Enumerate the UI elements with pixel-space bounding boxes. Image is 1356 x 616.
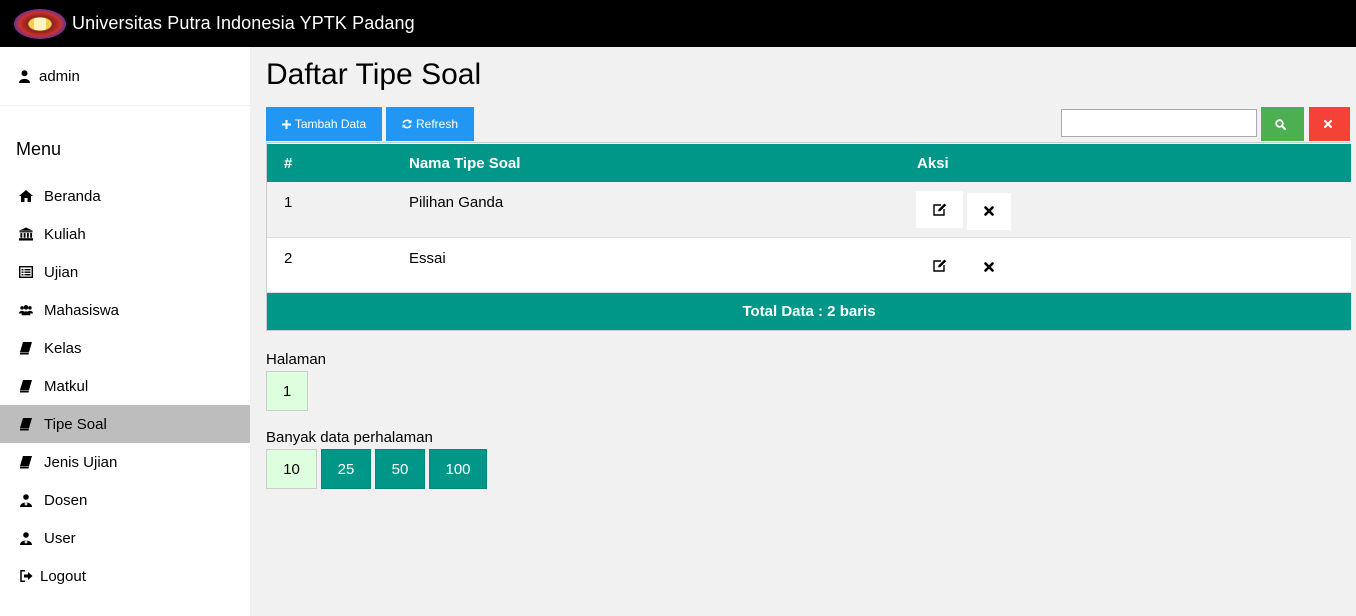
cell-actions [900, 237, 1351, 292]
bank-icon [19, 227, 33, 241]
cell-name: Essai [409, 249, 446, 267]
user-icon [19, 69, 30, 83]
edit-button[interactable] [916, 247, 963, 284]
book-icon [19, 417, 33, 431]
per-page-option-10[interactable]: 10 [266, 449, 317, 489]
pagination: 1 [266, 371, 1350, 411]
sidebar-item-ujian[interactable]: Ujian [0, 253, 250, 291]
menu-title: Menu [16, 139, 62, 159]
add-data-label: Tambah Data [294, 117, 367, 131]
clear-search-button[interactable] [1309, 107, 1350, 141]
sidebar-item-label: Mahasiswa [44, 301, 120, 319]
per-page-option-25[interactable]: 25 [321, 449, 371, 489]
sidebar-item-beranda[interactable]: Beranda [0, 177, 250, 215]
main-content: Daftar Tipe Soal Tambah Data Refresh # N… [266, 47, 1351, 489]
sidebar-item-jenis-ujian[interactable]: Jenis Ujian [0, 443, 250, 481]
col-header-number: # [284, 154, 293, 172]
data-table: # Nama Tipe Soal Aksi 1 Pilihan Ganda 2 … [267, 144, 1351, 330]
sidebar-item-mahasiswa[interactable]: Mahasiswa [0, 291, 250, 329]
table-header-row: # Nama Tipe Soal Aksi [267, 144, 1351, 182]
plus-icon [281, 119, 291, 129]
refresh-icon [402, 119, 412, 129]
page-title: Daftar Tipe Soal [266, 58, 482, 91]
table-row: 2 Essai [267, 237, 1351, 292]
total-data-text: Total Data : 2 baris [742, 302, 876, 320]
sidebar-item-matkul[interactable]: Matkul [0, 367, 250, 405]
sidebar-item-logout[interactable]: Logout [0, 557, 250, 595]
users-icon [19, 303, 33, 317]
user-info: admin [0, 47, 250, 106]
close-icon [984, 206, 994, 216]
sidebar-item-tipe-soal[interactable]: Tipe Soal [0, 405, 250, 443]
cell-number: 2 [284, 249, 293, 267]
sidebar-item-kelas[interactable]: Kelas [0, 329, 250, 367]
sidebar-item-label: Tipe Soal [44, 415, 107, 433]
cell-number: 1 [284, 194, 293, 211]
sidebar-item-dosen[interactable]: Dosen [0, 481, 250, 519]
sidebar-item-label: User [44, 529, 76, 547]
cell-name: Pilihan Ganda [409, 194, 504, 211]
edit-icon [932, 203, 946, 216]
delete-button[interactable] [967, 192, 1011, 230]
col-header-actions: Aksi [917, 154, 949, 172]
per-page-label: Banyak data perhalaman [266, 429, 433, 446]
toolbar: Tambah Data Refresh [266, 107, 1350, 141]
col-header-name: Nama Tipe Soal [409, 154, 521, 172]
sidebar-item-label: Ujian [44, 263, 79, 281]
close-icon [1323, 120, 1332, 128]
list-alt-icon [19, 265, 33, 279]
refresh-button[interactable]: Refresh [386, 107, 474, 141]
sidebar-item-user[interactable]: User [0, 519, 250, 557]
delete-button[interactable] [967, 248, 1011, 285]
sidebar-item-label: Matkul [44, 377, 89, 395]
edit-icon [932, 259, 946, 272]
close-icon [984, 261, 994, 272]
sidebar: admin Menu Beranda Kuliah Ujian Mahasisw… [0, 47, 250, 616]
pagination-label: Halaman [266, 351, 327, 368]
sidebar-item-label: Kuliah [44, 225, 86, 243]
top-bar: Universitas Putra Indonesia YPTK Padang [0, 0, 1356, 47]
sign-out-icon [19, 569, 33, 583]
sidebar-item-label: Kelas [44, 339, 82, 357]
refresh-label: Refresh [415, 117, 459, 131]
app-title: Universitas Putra Indonesia YPTK Padang [72, 13, 415, 33]
search-input[interactable] [1061, 109, 1257, 137]
home-icon [19, 189, 33, 203]
sidebar-item-label: Jenis Ujian [44, 453, 118, 471]
table-footer-row: Total Data : 2 baris [267, 292, 1351, 330]
add-data-button[interactable]: Tambah Data [266, 107, 382, 141]
user-md-icon [19, 493, 33, 507]
sidebar-item-label: Logout [40, 567, 86, 585]
university-logo-icon [14, 8, 66, 39]
search-icon [1275, 118, 1286, 130]
cell-actions [900, 182, 1351, 237]
sidebar-item-label: Dosen [44, 491, 88, 509]
book-icon [19, 455, 33, 469]
user-name: admin [39, 67, 80, 85]
edit-button[interactable] [916, 191, 963, 228]
data-table-wrapper: # Nama Tipe Soal Aksi 1 Pilihan Ganda 2 … [266, 142, 1351, 331]
per-page-options: 10 25 50 100 [266, 449, 1350, 489]
sidebar-item-label: Beranda [44, 187, 101, 205]
user-md-icon [19, 531, 33, 545]
per-page-option-100[interactable]: 100 [429, 449, 487, 489]
per-page-option-50[interactable]: 50 [375, 449, 425, 489]
sidebar-menu: Beranda Kuliah Ujian Mahasiswa Kelas Mat… [0, 177, 250, 595]
search-button[interactable] [1261, 107, 1304, 141]
table-row: 1 Pilihan Ganda [267, 182, 1351, 237]
sidebar-item-kuliah[interactable]: Kuliah [0, 215, 250, 253]
book-icon [19, 379, 33, 393]
book-icon [19, 341, 33, 355]
page-button-1[interactable]: 1 [266, 371, 308, 411]
